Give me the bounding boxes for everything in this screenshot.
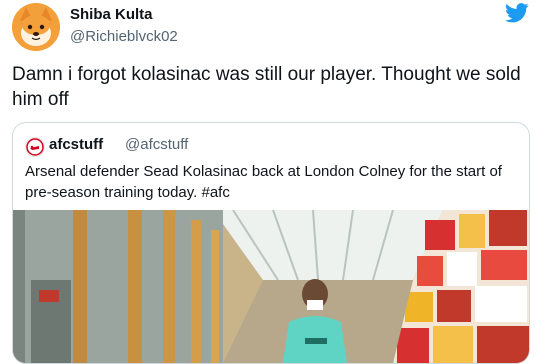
afc-crest-icon[interactable] <box>25 137 45 157</box>
twitter-bird-icon[interactable] <box>505 3 529 23</box>
author-handle[interactable]: @Richieblvck02 <box>70 28 178 45</box>
quoted-tweet-text: Arsenal defender Sead Kolasinac back at … <box>25 163 502 201</box>
quoted-author-handle[interactable]: @afcstuff <box>125 136 188 153</box>
shiba-dog-icon <box>12 3 60 51</box>
quoted-tweet-photo[interactable] <box>13 210 529 363</box>
tweet-card[interactable]: Shiba Kulta @Richieblvck02 Damn i forgot… <box>0 0 550 364</box>
quoted-author-name[interactable]: afcstuff <box>49 136 103 153</box>
quoted-tweet-card[interactable]: afcstuff @afcstuff Arsenal defender Sead… <box>12 122 530 364</box>
author-avatar[interactable] <box>12 3 60 51</box>
author-name[interactable]: Shiba Kulta <box>70 6 153 23</box>
tweet-text: Damn i forgot kolasinac was still our pl… <box>12 64 521 110</box>
